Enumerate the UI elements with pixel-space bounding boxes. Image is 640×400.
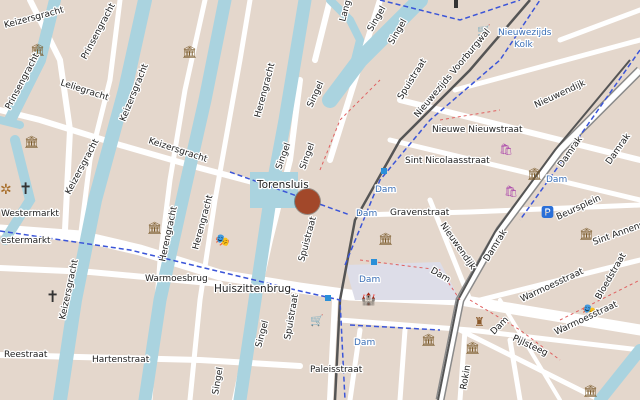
map-canvas[interactable]: 🏛 🏛 🏛 🏛 🏛 🏛 🏛 🏛 🏛 🏛 ✝ ✝ ✲ 🎭 🎭 🏰 ♜ 🛒 🛒 🛍 …: [0, 0, 640, 400]
stop-label-nieuwezijds-kolk: Kolk: [514, 40, 533, 50]
tram-stop-icon: [454, 0, 458, 8]
place-label-westermarkt: Westermarkt: [1, 209, 59, 219]
museum-icon: 🏛: [527, 167, 542, 181]
theatre-icon: 🎭: [215, 233, 230, 247]
museum-icon: 🏛: [147, 221, 162, 235]
place-label-torensluis: Torensluis: [256, 179, 309, 191]
shop-icon: 🛒: [310, 314, 324, 327]
museum-icon: 🏛: [465, 341, 480, 355]
tram-stop-icon: [381, 168, 387, 174]
stop-label-dam: Dam: [354, 338, 375, 348]
church-icon: ✝: [46, 287, 59, 306]
stop-label-dam: Dam: [359, 275, 380, 285]
street-label-reestraat: Reestraat: [4, 350, 48, 360]
monument-icon: ♜: [474, 315, 485, 329]
museum-icon: 🏛: [421, 333, 436, 347]
street-label-hartenstraat: Hartenstraat: [92, 355, 150, 365]
shop-bag-icon: 🛍: [499, 143, 513, 156]
stop-label-dam: Dam: [356, 209, 377, 219]
stop-label-dam: Dam: [546, 175, 567, 185]
museum-icon: 🏛: [182, 45, 197, 59]
bridge-label-warmoesbrug: Warmoesbrug: [145, 274, 208, 284]
church-icon: ✝: [19, 179, 32, 198]
stop-label-nieuwezijds-kolk: Nieuwezijds: [498, 28, 552, 38]
street-label-sint-nicolaasstraat: Sint Nicolaasstraat: [405, 156, 490, 166]
tram-stop-icon: [371, 259, 377, 265]
museum-icon: 🏛: [378, 232, 393, 246]
shop-bag-icon: 🛍: [504, 185, 518, 198]
place-label-westermarkt: estermarkt: [1, 236, 51, 246]
palace-icon: 🏰: [361, 292, 376, 306]
tram-stop-icon: [325, 295, 331, 301]
street-label-gravenstraat: Gravenstraat: [390, 208, 450, 218]
selected-location-marker[interactable]: [295, 189, 320, 214]
windmill-icon: ✲: [0, 182, 12, 198]
bridge-label-huiszittenbrug: Huiszittenbrug: [214, 283, 291, 295]
stop-label-dam: Dam: [375, 185, 396, 195]
bicycle-parking-icon: 🅿: [541, 206, 554, 221]
museum-icon: 🏛: [583, 384, 598, 398]
street-label-nieuwe-nieuwstraat: Nieuwe Nieuwstraat: [432, 125, 523, 135]
street-label-paleisstraat: Paleisstraat: [310, 365, 363, 375]
museum-icon: 🏛: [24, 135, 39, 149]
map-view[interactable]: 🏛 🏛 🏛 🏛 🏛 🏛 🏛 🏛 🏛 🏛 ✝ ✝ ✲ 🎭 🎭 🏰 ♜ 🛒 🛒 🛍 …: [0, 0, 640, 400]
